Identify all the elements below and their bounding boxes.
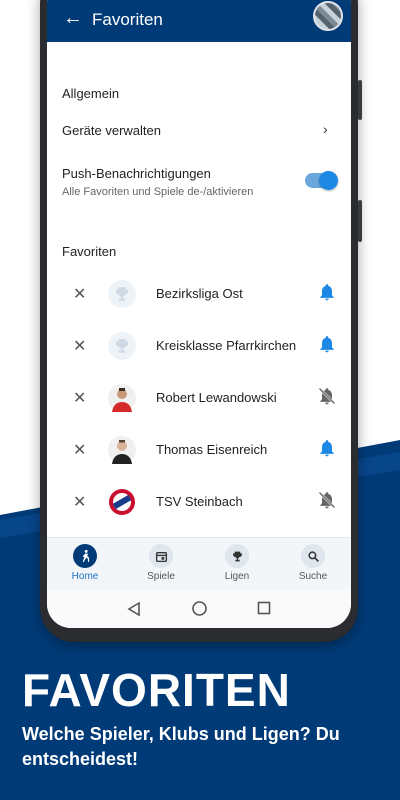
player-avatar-icon <box>108 384 136 412</box>
bell-off-icon[interactable] <box>317 386 337 406</box>
favorite-name: TSV Steinbach <box>156 494 243 509</box>
home-circle-icon[interactable] <box>191 600 208 617</box>
favorite-name: Robert Lewandowski <box>156 390 277 405</box>
trophy-icon <box>108 280 136 308</box>
nav-home[interactable]: Home <box>47 538 123 590</box>
app-screen: ← Favoriten Allgemein Geräte verwalten ›… <box>47 0 351 628</box>
promo-subline: Welche Spieler, Klubs und Ligen? Du ents… <box>22 724 340 769</box>
list-item: ✕ Bezirksliga Ost <box>47 268 351 320</box>
arrow-left-icon[interactable]: ← <box>63 8 83 28</box>
list-item: ✕ Kreisklasse Pfarrkirchen <box>47 320 351 372</box>
promo-headline: FAVORITEN <box>22 664 291 716</box>
section-title-general: Allgemein <box>62 86 120 101</box>
nav-games[interactable]: Spiele <box>123 538 199 590</box>
page-title: Favoriten <box>92 10 163 29</box>
home-player-icon <box>73 544 97 568</box>
chevron-right-icon: › <box>323 121 328 137</box>
nav-search-label: Suche <box>298 571 328 582</box>
remove-favorite-icon[interactable]: ✕ <box>73 440 86 460</box>
player-avatar-icon <box>108 436 136 464</box>
bell-off-icon[interactable] <box>317 490 337 510</box>
favorite-name: Thomas Eisenreich <box>156 442 268 457</box>
favorite-name: Bezirksliga Ost <box>156 286 243 301</box>
nav-games-label: Spiele <box>147 571 175 582</box>
push-sublabel: Alle Favoriten und Spiele de-/aktivieren <box>62 186 254 198</box>
nav-leagues-label: Ligen <box>224 571 250 582</box>
list-item: ✕ Thomas Eisenreich <box>47 424 351 476</box>
nav-search[interactable]: Suche <box>275 538 351 590</box>
recents-square-icon[interactable] <box>257 601 271 615</box>
devices-label: Geräte verwalten <box>62 123 161 138</box>
user-avatar[interactable] <box>313 1 343 31</box>
back-triangle-icon[interactable] <box>127 601 141 617</box>
bell-icon[interactable] <box>317 438 337 458</box>
search-icon <box>301 544 325 568</box>
remove-favorite-icon[interactable]: ✕ <box>73 284 86 304</box>
push-toggle[interactable] <box>305 171 338 190</box>
trophy-icon <box>225 544 249 568</box>
remove-favorite-icon[interactable]: ✕ <box>73 336 86 356</box>
list-item: ✕ TSV Steinbach <box>47 476 351 528</box>
favorite-name: Kreisklasse Pfarrkirchen <box>156 338 297 353</box>
list-item: ✕ Robert Lewandowski <box>47 372 351 424</box>
app-bar: ← Favoriten <box>47 0 351 42</box>
calendar-icon <box>149 544 173 568</box>
remove-favorite-icon[interactable]: ✕ <box>73 388 86 408</box>
remove-favorite-icon[interactable]: ✕ <box>73 492 86 512</box>
bell-icon[interactable] <box>317 334 337 354</box>
push-label: Push-Benachrichtigungen <box>62 166 211 181</box>
bottom-navigation: Home Spiele Ligen Suche <box>47 537 351 589</box>
bell-icon[interactable] <box>317 282 337 302</box>
trophy-icon <box>108 332 136 360</box>
toggle-knob <box>319 171 338 190</box>
club-crest-icon <box>108 488 136 516</box>
system-navigation-bar <box>47 589 351 628</box>
nav-home-label: Home <box>71 571 99 582</box>
nav-leagues[interactable]: Ligen <box>199 538 275 590</box>
section-title-favorites: Favoriten <box>62 244 117 259</box>
